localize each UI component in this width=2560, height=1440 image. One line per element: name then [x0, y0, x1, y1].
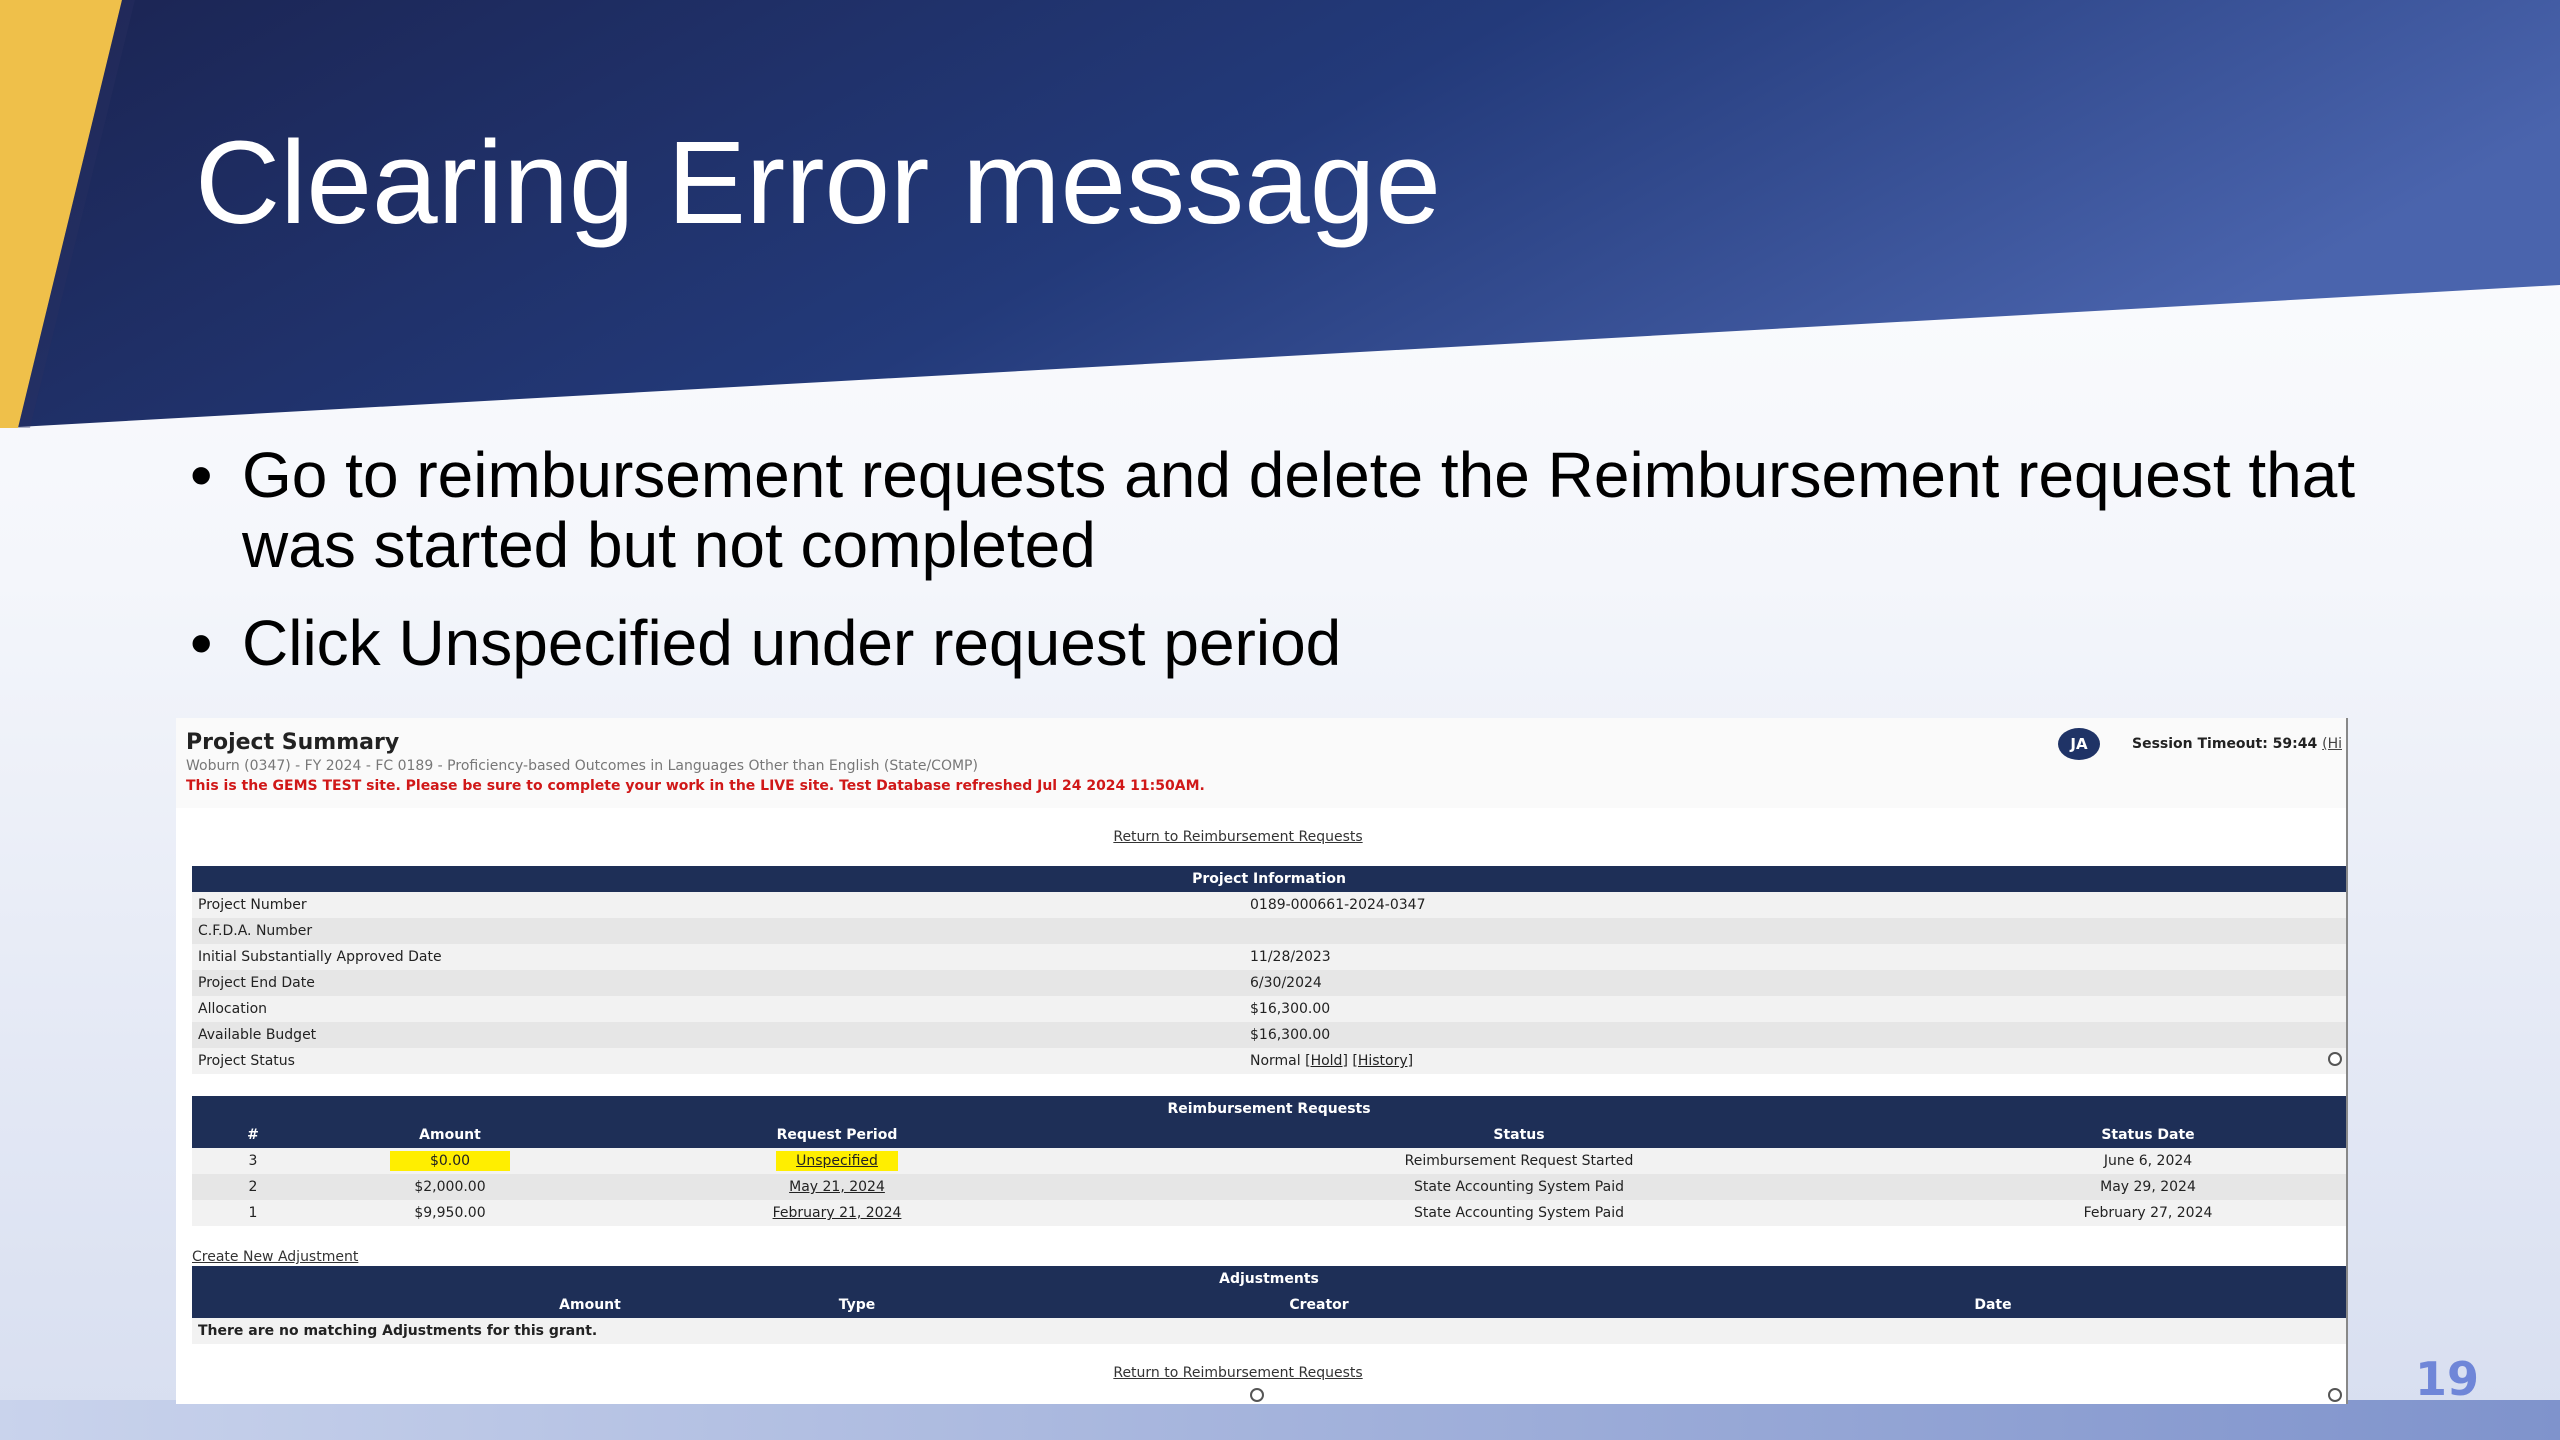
- user-avatar[interactable]: JA: [2058, 728, 2100, 760]
- slide-title: Clearing Error message: [195, 117, 1442, 249]
- bullet-list: • Go to reimbursement requests and delet…: [190, 440, 2390, 706]
- reimbursement-requests-caption: Reimbursement Requests: [192, 1096, 2346, 1122]
- adjustments-caption: Adjustments: [192, 1266, 2346, 1292]
- history-link[interactable]: [History]: [1352, 1053, 1413, 1069]
- session-extend-link[interactable]: (Hi: [2322, 736, 2342, 752]
- table-row: C.F.D.A. Number: [192, 918, 2346, 944]
- column-header-status: Status: [1088, 1122, 1950, 1148]
- hold-link[interactable]: [Hold]: [1305, 1053, 1348, 1069]
- return-to-requests-link-bottom[interactable]: Return to Reimbursement Requests: [1113, 1365, 1362, 1381]
- table-row: Available Budget $16,300.00: [192, 1022, 2346, 1048]
- table-row: 2 $2,000.00 May 21, 2024 State Accountin…: [192, 1174, 2346, 1200]
- table-row: 3 $0.00 Unspecified Reimbursement Reques…: [192, 1148, 2346, 1174]
- column-header-amount: Amount: [464, 1292, 716, 1318]
- page-number: 19: [2415, 1352, 2480, 1406]
- table-row: Allocation $16,300.00: [192, 996, 2346, 1022]
- resize-handle[interactable]: [2328, 1388, 2342, 1402]
- column-header-request-period: Request Period: [586, 1122, 1088, 1148]
- column-header-type: Type: [716, 1292, 998, 1318]
- table-row: There are no matching Adjustments for th…: [192, 1318, 2346, 1344]
- project-summary-title: Project Summary: [186, 730, 400, 755]
- bullet-text: Click Unspecified under request period: [242, 607, 1342, 679]
- reimbursement-requests-table: Reimbursement Requests # Amount Request …: [192, 1096, 2346, 1226]
- bullet-item: • Go to reimbursement requests and delet…: [190, 440, 2390, 580]
- adjustments-table: Adjustments Amount Type Creator Date The…: [192, 1266, 2346, 1344]
- table-row: Project Number 0189-000661-2024-0347: [192, 892, 2346, 918]
- create-new-adjustment-link[interactable]: Create New Adjustment: [192, 1249, 358, 1265]
- bullet-glyph: •: [190, 607, 213, 679]
- bullet-text: Go to reimbursement requests and delete …: [242, 439, 2356, 581]
- column-header-amount: Amount: [314, 1122, 586, 1148]
- request-period-link[interactable]: February 21, 2024: [773, 1205, 902, 1221]
- session-timeout-label: Session Timeout: 59:44: [2132, 736, 2318, 752]
- bullet-glyph: •: [190, 439, 213, 511]
- project-summary-header: Project Summary Woburn (0347) - FY 2024 …: [176, 718, 2346, 808]
- table-row: 1 $9,950.00 February 21, 2024 State Acco…: [192, 1200, 2346, 1226]
- project-summary-screenshot: Project Summary Woburn (0347) - FY 2024 …: [176, 718, 2348, 1404]
- session-timeout: Session Timeout: 59:44 (Hi: [2132, 736, 2342, 752]
- project-subtitle: Woburn (0347) - FY 2024 - FC 0189 - Prof…: [186, 758, 978, 774]
- table-row: Project End Date 6/30/2024: [192, 970, 2346, 996]
- column-header-number: #: [192, 1122, 314, 1148]
- unspecified-period-link[interactable]: Unspecified: [776, 1151, 898, 1171]
- resize-handle[interactable]: [2328, 1052, 2342, 1066]
- project-status-label: Project Status: [192, 1048, 1244, 1074]
- column-header-status-date: Status Date: [1950, 1122, 2346, 1148]
- no-adjustments-message: There are no matching Adjustments for th…: [192, 1318, 2346, 1344]
- project-information-table: Project Information Project Number 0189-0…: [192, 866, 2346, 1074]
- bullet-item: • Click Unspecified under request period: [190, 608, 2390, 678]
- return-to-requests-link[interactable]: Return to Reimbursement Requests: [1113, 829, 1362, 845]
- column-header-date: Date: [1640, 1292, 2346, 1318]
- project-information-caption: Project Information: [192, 866, 2346, 892]
- request-period-link[interactable]: May 21, 2024: [789, 1179, 885, 1195]
- test-site-warning: This is the GEMS TEST site. Please be su…: [186, 778, 1205, 794]
- project-status-value: Normal [Hold] [History]: [1244, 1048, 2346, 1074]
- resize-handle[interactable]: [1250, 1388, 1264, 1402]
- table-row: Project Status Normal [Hold] [History]: [192, 1048, 2346, 1074]
- amount-highlight: $0.00: [389, 1151, 511, 1171]
- column-header-creator: Creator: [998, 1292, 1640, 1318]
- table-row: Initial Substantially Approved Date 11/28…: [192, 944, 2346, 970]
